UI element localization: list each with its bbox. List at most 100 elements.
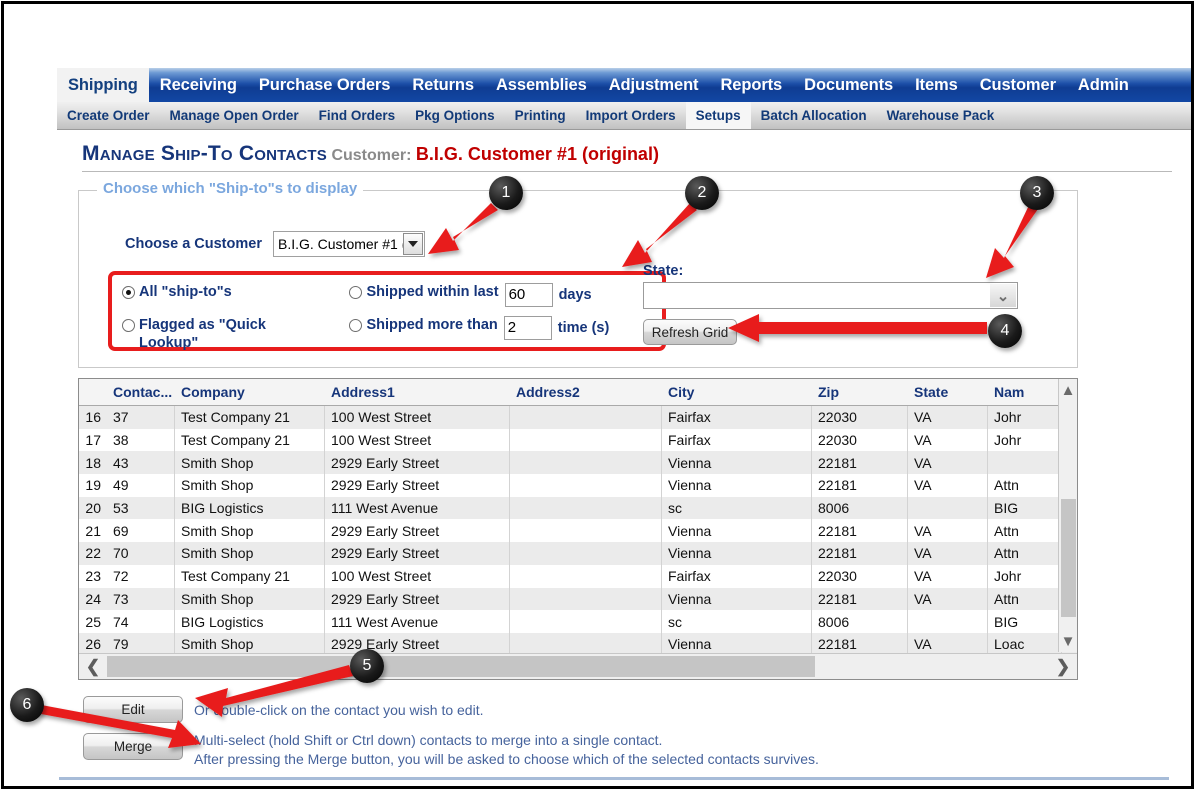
- choose-customer-label: Choose a Customer: [125, 236, 262, 252]
- shipped-more-times-input[interactable]: 2: [503, 316, 552, 340]
- grid-column-header[interactable]: State: [908, 379, 988, 405]
- grid-column-header[interactable]: Contac...: [107, 379, 175, 405]
- nav-item-customer[interactable]: Customer: [969, 68, 1067, 102]
- subnav-item-find-orders[interactable]: Find Orders: [309, 102, 406, 129]
- grid-cell-idx: 21: [85, 522, 101, 539]
- horizontal-scroll-track[interactable]: [107, 654, 1049, 679]
- callout-badge-5: 5: [350, 649, 384, 683]
- grid-column-header[interactable]: [79, 379, 107, 405]
- grid-cell-a2: [510, 519, 662, 543]
- grid-cell-city: Fairfax: [662, 564, 812, 588]
- merge-button[interactable]: Merge: [83, 733, 183, 760]
- navigation: Shipping Receiving Purchase Orders Returns A…: [57, 68, 1191, 130]
- table-row[interactable]: 17 38 Test Company 21 100 West Street Fairfa…: [79, 428, 1077, 452]
- shipped-within-unit: days: [558, 287, 592, 303]
- grid-cell-cid: 72: [107, 564, 175, 588]
- scroll-right-icon[interactable]: ❯: [1049, 657, 1077, 677]
- radio-option-all-shiptos[interactable]: All "ship-to"s: [122, 283, 349, 307]
- nav-item-returns[interactable]: Returns: [401, 68, 485, 102]
- grid-column-header[interactable]: Address1: [325, 379, 510, 405]
- table-row[interactable]: 20 53 BIG Logistics 111 West Avenue sc 8006 BI…: [79, 496, 1077, 520]
- table-row[interactable]: 23 72 Test Company 21 100 West Street Fairfa…: [79, 564, 1077, 588]
- nav-item-admin[interactable]: Admin: [1067, 68, 1140, 102]
- subnav-item-printing[interactable]: Printing: [505, 102, 576, 129]
- radio-shipped-within-icon[interactable]: [349, 286, 363, 299]
- radio-option-shipped-within[interactable]: Shipped within last 60 days: [349, 283, 656, 307]
- subnav-item-manage-open-order[interactable]: Manage Open Order: [160, 102, 309, 129]
- table-row[interactable]: 18 43 Smith Shop 2929 Early Street Vienna 221…: [79, 451, 1077, 475]
- radio-quick-lookup-label: Flagged as "Quick Lookup": [139, 317, 266, 351]
- grid-cell-a1: 100 West Street: [325, 406, 510, 429]
- grid-cell-a1: 100 West Street: [325, 428, 510, 452]
- contacts-grid: Contac... Company Address1 Address2 City Zip S…: [78, 378, 1078, 680]
- nav-item-receiving[interactable]: Receiving: [149, 68, 248, 102]
- chevron-down-icon[interactable]: ⌄: [990, 284, 1016, 307]
- page-frame: Shipping Receiving Purchase Orders Returns A…: [1, 1, 1194, 789]
- radio-option-shipped-more-than[interactable]: Shipped more than 2 time (s): [349, 316, 656, 352]
- subnav-item-warehouse-pack[interactable]: Warehouse Pack: [877, 102, 1005, 129]
- grid-cell-cid: 43: [107, 451, 175, 475]
- grid-cell-city: Vienna: [662, 519, 812, 543]
- grid-horizontal-scrollbar[interactable]: ❮ ❯: [79, 653, 1077, 679]
- table-row[interactable]: 25 74 BIG Logistics 111 West Avenue sc 8006 BI…: [79, 610, 1077, 633]
- nav-item-reports[interactable]: Reports: [709, 68, 793, 102]
- nav-item-items[interactable]: Items: [904, 68, 969, 102]
- nav-item-shipping[interactable]: Shipping: [57, 68, 149, 102]
- shipped-within-days-input[interactable]: 60: [504, 283, 553, 307]
- subnav-item-import-orders[interactable]: Import Orders: [576, 102, 686, 129]
- grid-cell-idx: 23: [85, 568, 101, 585]
- grid-cell-state: VA: [908, 428, 988, 452]
- nav-item-adjustment[interactable]: Adjustment: [598, 68, 710, 102]
- callout-badge-3: 3: [1020, 176, 1054, 210]
- grid-column-header[interactable]: City: [662, 379, 812, 405]
- grid-cell-city: Vienna: [662, 451, 812, 475]
- grid-column-header[interactable]: Zip: [812, 379, 908, 405]
- radio-all-shiptos-icon[interactable]: [122, 286, 135, 299]
- chevron-down-icon[interactable]: [402, 233, 423, 255]
- radio-shipped-more-label: Shipped more than: [366, 317, 498, 333]
- grid-cell-name: Attn: [988, 519, 1062, 543]
- subnav-item-setups[interactable]: Setups: [685, 102, 751, 129]
- table-row[interactable]: 16 37 Test Company 21 100 West Street Fairfa…: [79, 406, 1077, 429]
- radio-shipped-more-icon[interactable]: [349, 319, 363, 332]
- table-row[interactable]: 19 49 Smith Shop 2929 Early Street Vienna 221…: [79, 474, 1077, 497]
- grid-vertical-scrollbar[interactable]: ▲ ▼: [1058, 379, 1077, 652]
- table-row[interactable]: 21 69 Smith Shop 2929 Early Street Vienna 221…: [79, 519, 1077, 543]
- grid-column-header[interactable]: Address2: [510, 379, 662, 405]
- grid-cell-idx: 24: [85, 590, 101, 607]
- scroll-up-icon[interactable]: ▲: [1059, 379, 1077, 401]
- grid-cell-city: Vienna: [662, 542, 812, 565]
- radio-quick-lookup-icon[interactable]: [122, 319, 135, 332]
- subnav-item-pkg-options[interactable]: Pkg Options: [405, 102, 505, 129]
- vertical-scroll-thumb[interactable]: [1061, 499, 1076, 617]
- refresh-grid-button[interactable]: Refresh Grid: [643, 319, 737, 345]
- subnav-item-batch-allocation[interactable]: Batch Allocation: [751, 102, 877, 129]
- grid-cell-company: Smith Shop: [175, 542, 325, 565]
- customer-select[interactable]: B.I.G. Customer #1 (ori: [272, 231, 425, 257]
- grid-cell-zip: 22181: [812, 587, 908, 611]
- state-select[interactable]: ⌄: [643, 282, 1018, 309]
- grid-cell-cid: 74: [107, 610, 175, 633]
- grid-cell-idx: 25: [85, 613, 101, 630]
- customer-name: B.I.G. Customer #1 (original): [415, 144, 659, 164]
- table-row[interactable]: 24 73 Smith Shop 2929 Early Street Vienna 221…: [79, 587, 1077, 611]
- filter-panel: Choose which "Ship-to"s to display Choos…: [78, 180, 1078, 368]
- grid-cell-name: BIG: [988, 496, 1062, 520]
- horizontal-scroll-thumb[interactable]: [107, 656, 815, 677]
- scroll-down-icon[interactable]: ▼: [1059, 630, 1077, 652]
- grid-cell-company: Smith Shop: [175, 587, 325, 611]
- grid-column-header[interactable]: Company: [175, 379, 325, 405]
- scroll-left-icon[interactable]: ❮: [79, 657, 107, 677]
- grid-rows[interactable]: 16 37 Test Company 21 100 West Street Fairfa…: [79, 406, 1077, 656]
- grid-cell-cid: 70: [107, 542, 175, 565]
- nav-item-purchase-orders[interactable]: Purchase Orders: [248, 68, 401, 102]
- table-row[interactable]: 22 70 Smith Shop 2929 Early Street Vienna 221…: [79, 542, 1077, 565]
- nav-item-documents[interactable]: Documents: [793, 68, 904, 102]
- grid-cell-name: Johr: [988, 564, 1062, 588]
- grid-cell-a1: 2929 Early Street: [325, 451, 510, 475]
- radio-option-quick-lookup[interactable]: Flagged as "Quick Lookup": [122, 316, 349, 352]
- nav-item-assemblies[interactable]: Assemblies: [485, 68, 598, 102]
- edit-button[interactable]: Edit: [83, 696, 183, 723]
- subnav-item-create-order[interactable]: Create Order: [57, 102, 160, 129]
- grid-column-header[interactable]: Nam: [988, 379, 1062, 405]
